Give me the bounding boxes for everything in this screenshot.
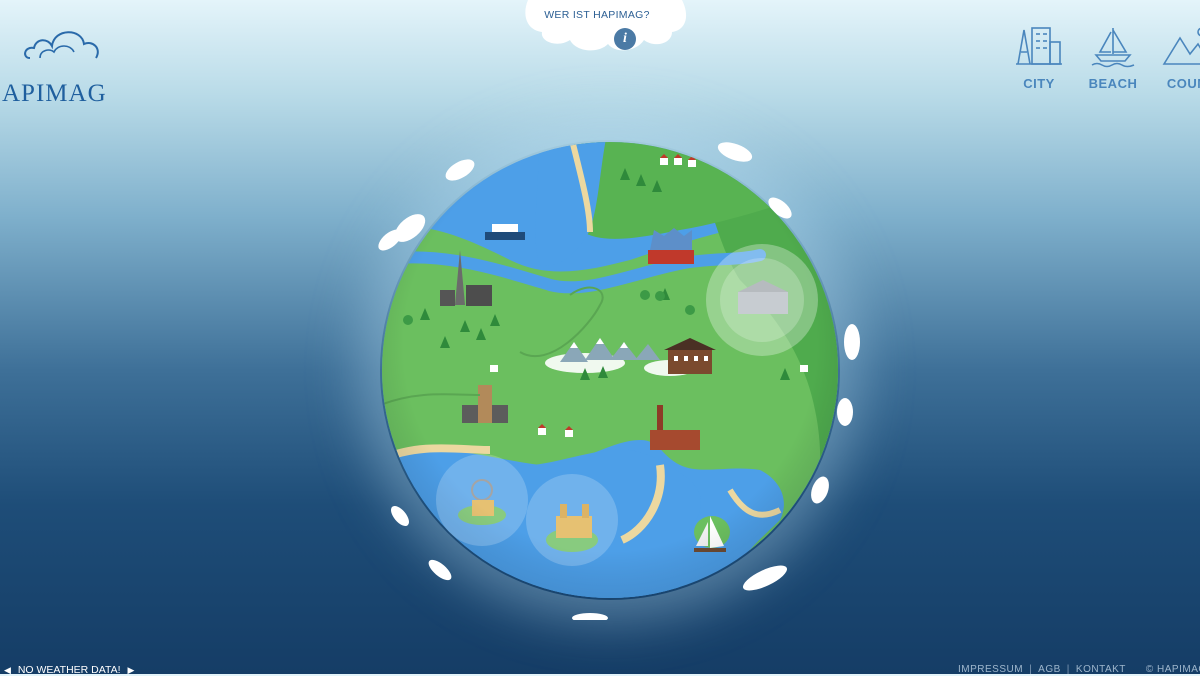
impressum-link[interactable]: IMPRESSUM [958,664,1023,675]
world-globe[interactable] [360,120,860,620]
mountain-icon [1162,27,1200,65]
nav-beach-label: BEACH [1088,76,1138,91]
highlight-bubble-ferris[interactable] [436,454,528,546]
footer-links: IMPRESSUM|AGB|KONTAKT© HAPIMAG [958,664,1200,675]
next-arrow-icon[interactable]: ▶ [127,665,134,676]
nav-city-label: CITY [1023,76,1055,91]
logo-text: APIMAG [2,80,107,107]
copyright: © HAPIMAG [1145,664,1200,675]
sailboat-icon [1091,28,1135,68]
weather-bar: ◀ NO WEATHER DATA! ▶ [0,664,138,676]
previous-arrow-icon[interactable]: ◀ [4,665,11,676]
nav-country[interactable]: COUN [1152,24,1200,91]
agb-link[interactable]: AGB [1038,664,1061,675]
info-icon[interactable]: i [614,28,636,50]
hapimag-logo[interactable]: APIMAG [0,24,120,107]
info-title[interactable]: WER IST HAPIMAG? [522,9,672,21]
kontakt-link[interactable]: KONTAKT [1076,664,1126,675]
city-icon [1016,27,1062,65]
nav-country-label: COUN [1166,76,1200,91]
highlight-bubble-cathedral[interactable] [526,474,618,566]
nav-beach[interactable]: BEACH [1078,24,1148,91]
cloud-logo-icon [24,31,99,59]
nav-city[interactable]: CITY [1004,24,1074,91]
weather-status: NO WEATHER DATA! [17,664,121,676]
